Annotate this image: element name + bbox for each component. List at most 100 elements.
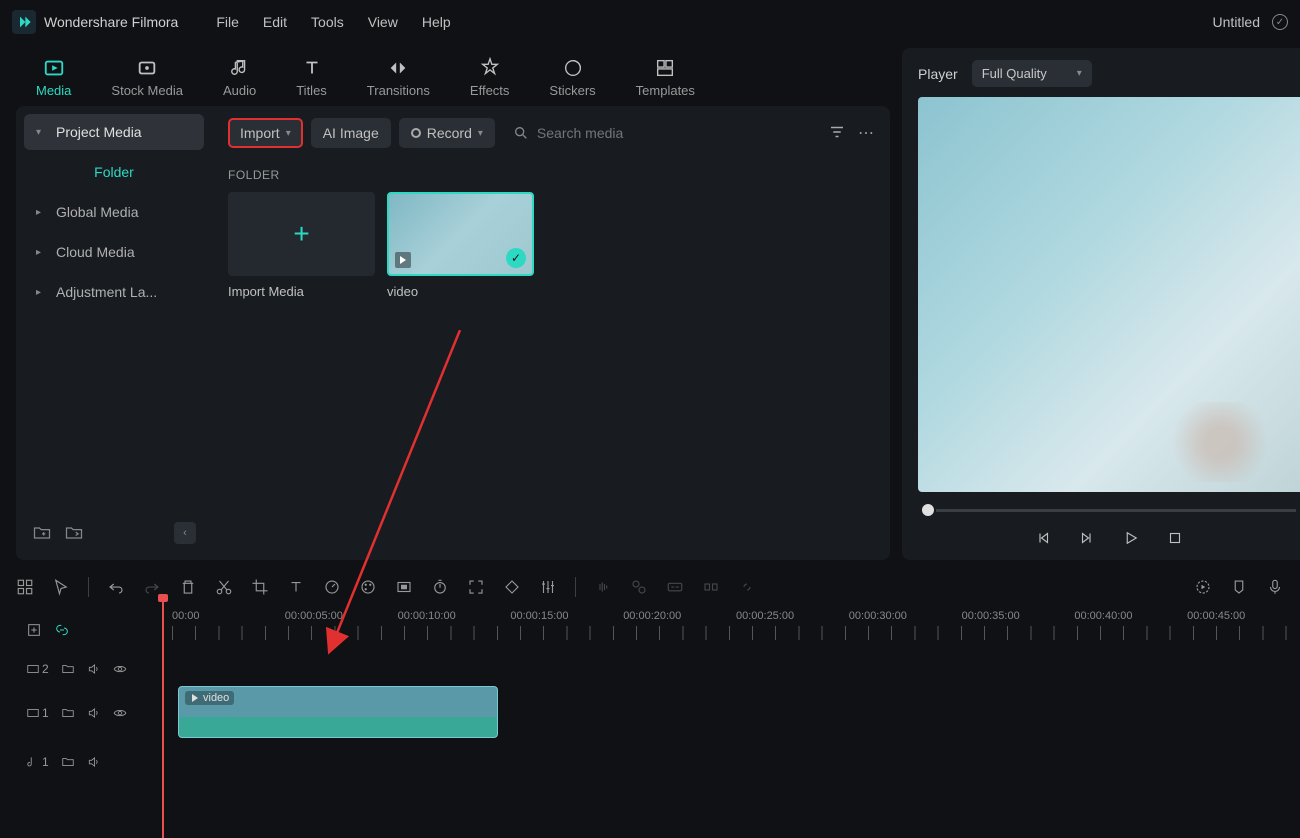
tab-effects[interactable]: Effects xyxy=(450,53,530,102)
tab-stickers[interactable]: Stickers xyxy=(529,53,615,102)
tab-templates[interactable]: Templates xyxy=(616,53,715,102)
visibility-icon[interactable] xyxy=(113,706,127,720)
tab-media[interactable]: Media xyxy=(16,53,91,102)
track-2-label: 2 xyxy=(26,662,49,676)
mute-icon[interactable] xyxy=(87,755,101,769)
folder-out-icon[interactable] xyxy=(64,523,84,543)
media-toolbar: Import ▾ AI Image Record ▾ xyxy=(228,118,874,148)
new-folder-icon[interactable] xyxy=(32,523,52,543)
ai-image-button[interactable]: AI Image xyxy=(311,118,391,148)
video-media-card[interactable]: ✓ video xyxy=(387,192,534,299)
player-scrubber[interactable] xyxy=(918,500,1300,520)
folder-icon[interactable] xyxy=(61,755,75,769)
saved-indicator-icon: ✓ xyxy=(1272,14,1288,30)
audio-track-label: 1 xyxy=(26,755,49,769)
folder-icon[interactable] xyxy=(61,662,75,676)
play-icon xyxy=(190,693,200,703)
tab-titles[interactable]: Titles xyxy=(276,53,347,102)
text-icon[interactable] xyxy=(287,578,305,596)
delete-icon[interactable] xyxy=(179,578,197,596)
audio-icon xyxy=(229,57,251,79)
import-button[interactable]: Import ▾ xyxy=(228,118,303,148)
filter-icon[interactable] xyxy=(828,123,846,143)
fit-icon[interactable] xyxy=(467,578,485,596)
more-icon[interactable]: ⋯ xyxy=(858,123,874,143)
sidebar-item-global-media[interactable]: ▸ Global Media xyxy=(24,194,204,230)
media-icon xyxy=(43,57,65,79)
timeline-clip-video[interactable]: video xyxy=(178,686,498,738)
check-badge-icon: ✓ xyxy=(506,248,526,268)
timeline-ruler[interactable]: 00:00 00:00:05:00 00:00:10:00 00:00:15:0… xyxy=(172,606,1300,654)
media-content: Import ▾ AI Image Record ▾ xyxy=(212,106,890,560)
mask-icon[interactable] xyxy=(395,578,413,596)
timer-icon[interactable] xyxy=(431,578,449,596)
chevron-down-icon: ▾ xyxy=(36,127,48,138)
sidebar-item-adjustment-layer[interactable]: ▸ Adjustment La... xyxy=(24,274,204,310)
menu-edit[interactable]: Edit xyxy=(263,14,287,30)
chevron-down-icon: ▾ xyxy=(1077,68,1082,79)
player-panel: Player Full Quality ▾ xyxy=(902,48,1300,560)
chevron-down-icon: ▾ xyxy=(478,128,483,139)
menu-bar: File Edit Tools View Help xyxy=(216,14,450,30)
marker-icon[interactable] xyxy=(1230,578,1248,596)
tab-transitions[interactable]: Transitions xyxy=(347,53,450,102)
detach-icon[interactable] xyxy=(702,578,720,596)
media-sidebar: ▾ Project Media Folder ▸ Global Media ▸ … xyxy=(16,106,212,560)
effects-icon xyxy=(479,57,501,79)
folder-icon[interactable] xyxy=(61,706,75,720)
record-button[interactable]: Record ▾ xyxy=(399,118,495,148)
mic-icon[interactable] xyxy=(1266,578,1284,596)
undo-icon[interactable] xyxy=(107,578,125,596)
transitions-icon xyxy=(387,57,409,79)
titles-icon xyxy=(301,57,323,79)
import-media-card[interactable]: + Import Media xyxy=(228,192,375,299)
playhead[interactable] xyxy=(162,598,164,838)
visibility-icon[interactable] xyxy=(113,662,127,676)
tab-stock-media[interactable]: Stock Media xyxy=(91,53,203,102)
top-tabs: Media Stock Media Audio Titles Transitio… xyxy=(16,48,890,106)
track-1-label: 1 xyxy=(26,706,49,720)
render-icon[interactable] xyxy=(1194,578,1212,596)
video-preview[interactable] xyxy=(918,97,1300,492)
stickers-icon xyxy=(562,57,584,79)
audio-mix-icon[interactable] xyxy=(630,578,648,596)
chevron-right-icon: ▸ xyxy=(36,247,48,258)
stock-icon xyxy=(136,57,158,79)
sidebar-item-project-media[interactable]: ▾ Project Media xyxy=(24,114,204,150)
menu-tools[interactable]: Tools xyxy=(311,14,344,30)
play-button[interactable] xyxy=(1121,528,1141,548)
subtitle-icon[interactable] xyxy=(666,578,684,596)
adjust-icon[interactable] xyxy=(539,578,557,596)
speed-icon[interactable] xyxy=(323,578,341,596)
collapse-sidebar-button[interactable]: ‹ xyxy=(174,522,196,544)
mute-icon[interactable] xyxy=(87,706,101,720)
cursor-icon[interactable] xyxy=(52,578,70,596)
keyframe-icon[interactable] xyxy=(503,578,521,596)
audio-wave-icon[interactable] xyxy=(594,578,612,596)
prev-frame-button[interactable] xyxy=(1033,528,1053,548)
crop-icon[interactable] xyxy=(251,578,269,596)
timeline: 00:00 00:00:05:00 00:00:10:00 00:00:15:0… xyxy=(0,560,1300,820)
color-icon[interactable] xyxy=(359,578,377,596)
search-input[interactable] xyxy=(537,125,677,141)
record-icon xyxy=(411,128,421,138)
menu-help[interactable]: Help xyxy=(422,14,451,30)
menu-file[interactable]: File xyxy=(216,14,239,30)
search-icon xyxy=(513,125,529,141)
stop-button[interactable] xyxy=(1165,528,1185,548)
menu-view[interactable]: View xyxy=(368,14,398,30)
link-icon[interactable] xyxy=(738,578,756,596)
chevron-right-icon: ▸ xyxy=(36,287,48,298)
folder-link[interactable]: Folder xyxy=(24,154,204,190)
add-track-icon[interactable] xyxy=(26,622,42,638)
link-track-icon[interactable] xyxy=(54,622,70,638)
tab-audio[interactable]: Audio xyxy=(203,53,276,102)
mute-icon[interactable] xyxy=(87,662,101,676)
project-title[interactable]: Untitled xyxy=(1213,14,1260,30)
sidebar-item-cloud-media[interactable]: ▸ Cloud Media xyxy=(24,234,204,270)
scrubber-handle[interactable] xyxy=(922,504,934,516)
layout-icon[interactable] xyxy=(16,578,34,596)
quality-select[interactable]: Full Quality ▾ xyxy=(972,60,1092,87)
cut-icon[interactable] xyxy=(215,578,233,596)
step-forward-button[interactable] xyxy=(1077,528,1097,548)
